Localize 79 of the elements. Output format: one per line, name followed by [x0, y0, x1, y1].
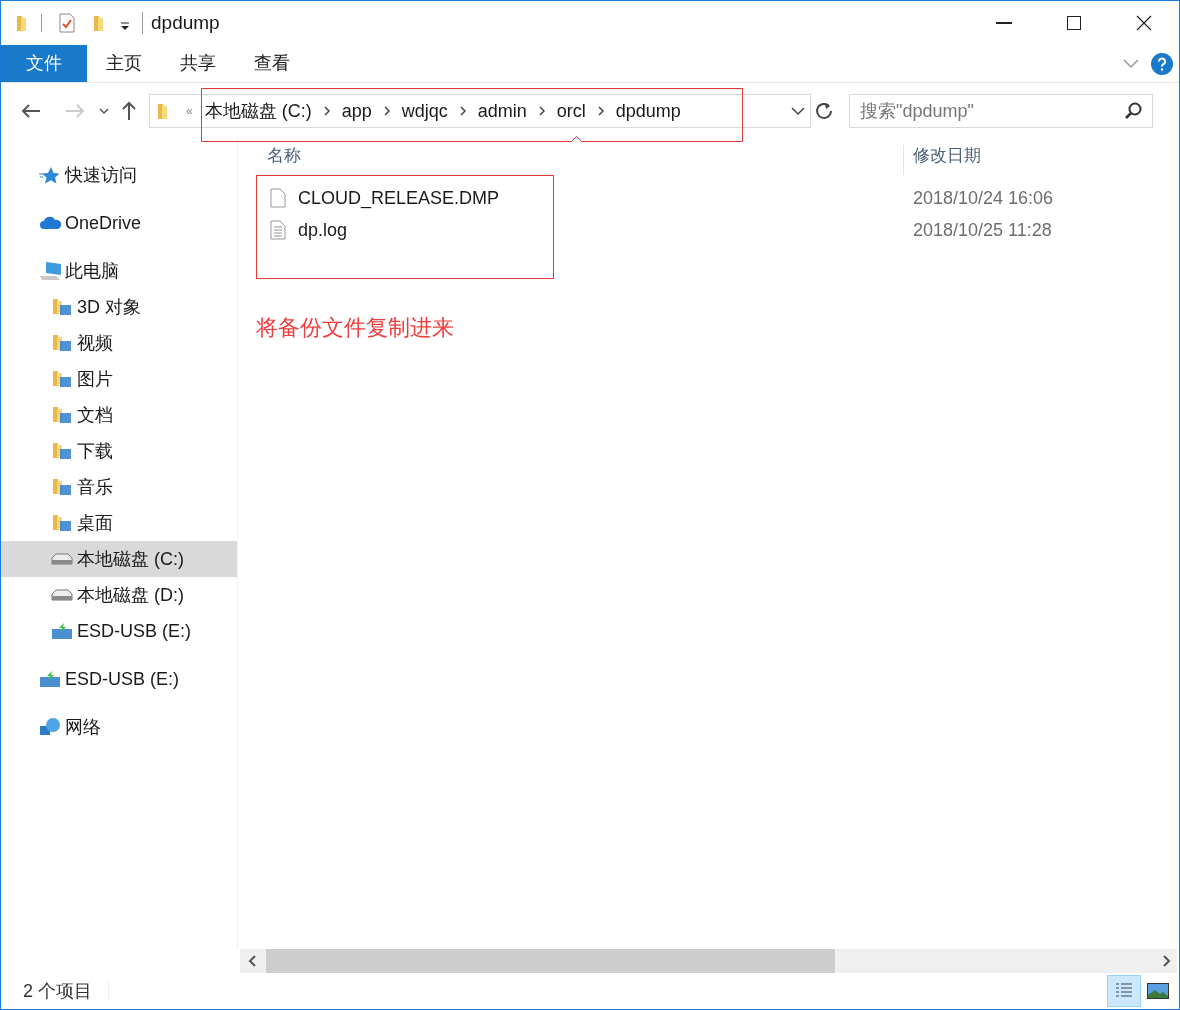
- ribbon-tab[interactable]: 查看: [235, 45, 309, 82]
- nav-item[interactable]: 桌面: [1, 505, 237, 541]
- breadcrumb-item[interactable]: admin: [477, 97, 527, 125]
- file-icon: [270, 188, 286, 208]
- breadcrumb-item[interactable]: app: [341, 97, 372, 125]
- nav-item[interactable]: 3D 对象: [1, 289, 237, 325]
- nav-item[interactable]: ESD-USB (E:): [1, 661, 237, 697]
- computer-icon: [39, 261, 63, 281]
- text-file-icon: [270, 220, 286, 240]
- minimize-icon: [996, 22, 1012, 24]
- scrollbar-thumb[interactable]: [266, 949, 835, 973]
- chevron-right-icon[interactable]: [458, 106, 467, 116]
- breadcrumb-item[interactable]: dpdump: [615, 97, 681, 125]
- nav-item[interactable]: 本地磁盘 (C:): [1, 541, 237, 577]
- nav-item[interactable]: 下载: [1, 433, 237, 469]
- nav-item[interactable]: 本地磁盘 (D:): [1, 577, 237, 613]
- file-name[interactable]: dp.log: [298, 216, 913, 244]
- column-header[interactable]: 修改日期: [913, 143, 981, 169]
- breadcrumb-item[interactable]: 本地磁盘 (C:): [204, 97, 312, 125]
- address-dropdown-icon[interactable]: [791, 106, 805, 116]
- usb-drive-icon: [51, 622, 73, 640]
- close-icon: [1136, 15, 1152, 31]
- folder-icon: [51, 333, 73, 353]
- ribbon-tab[interactable]: 共享: [161, 45, 235, 82]
- nav-item[interactable]: ESD-USB (E:): [1, 613, 237, 649]
- column-header[interactable]: 名称: [267, 143, 903, 169]
- details-view-icon: [1115, 982, 1133, 1000]
- folder-icon: [51, 477, 73, 497]
- chevron-right-icon[interactable]: [596, 106, 605, 116]
- breadcrumb-item[interactable]: wdjqc: [401, 97, 448, 125]
- help-icon[interactable]: [1151, 52, 1173, 75]
- folder-icon: [51, 297, 73, 317]
- dropdown-icon[interactable]: [120, 21, 130, 31]
- file-name[interactable]: CLOUD_RELEASE.DMP: [298, 184, 913, 212]
- chevron-right-icon[interactable]: [537, 106, 546, 116]
- overflow-chevron[interactable]: «: [186, 102, 193, 120]
- usb-drive-icon: [39, 670, 61, 688]
- folder-icon: [51, 513, 73, 533]
- drive-icon: [51, 589, 73, 601]
- nav-item[interactable]: 网络: [1, 709, 237, 745]
- item-count: 2 个项目: [23, 979, 92, 1003]
- up-icon[interactable]: [121, 101, 137, 121]
- search-icon[interactable]: [1125, 102, 1143, 120]
- refresh-icon[interactable]: [815, 102, 833, 120]
- breadcrumb-item[interactable]: orcl: [556, 97, 586, 125]
- folder-icon: [156, 102, 170, 120]
- nav-item[interactable]: 音乐: [1, 469, 237, 505]
- search-field[interactable]: 搜索"dpdump": [849, 94, 1153, 128]
- nav-item[interactable]: 快速访问: [1, 157, 237, 193]
- back-icon[interactable]: [21, 103, 41, 119]
- address-bar[interactable]: « 本地磁盘 (C:) app wdjqc admin orcl dpdump: [149, 94, 811, 128]
- recent-locations-icon[interactable]: [99, 107, 109, 115]
- chevron-right-icon[interactable]: [382, 106, 391, 116]
- ribbon-tab[interactable]: 文件: [1, 45, 87, 82]
- folder-icon: [51, 405, 73, 425]
- landscape-picture-icon: [1147, 983, 1169, 999]
- ribbon-tab[interactable]: 主页: [87, 45, 161, 82]
- folder-icon: [51, 441, 73, 461]
- cloud-icon: [39, 216, 63, 230]
- chevron-right-icon[interactable]: [322, 106, 331, 116]
- expand-ribbon-icon[interactable]: [1123, 58, 1139, 69]
- nav-item[interactable]: 视频: [1, 325, 237, 361]
- nav-item[interactable]: 此电脑: [1, 253, 237, 289]
- drive-icon: [51, 553, 73, 565]
- modified-date: 2018/10/24 16:06: [913, 186, 1054, 210]
- nav-item[interactable]: 文档: [1, 397, 237, 433]
- modified-date: 2018/10/25 11:28: [913, 218, 1052, 242]
- maximize-icon: [1066, 15, 1082, 31]
- star-icon: [39, 166, 59, 184]
- window-title: dpdump: [151, 10, 220, 35]
- annotation-text: 将备份文件复制进来: [256, 314, 454, 342]
- nav-item[interactable]: 图片: [1, 361, 237, 397]
- nav-item[interactable]: OneDrive: [1, 205, 237, 241]
- folder-icon: [51, 369, 73, 389]
- scroll-left-icon[interactable]: [248, 955, 258, 967]
- network-icon: [39, 717, 61, 737]
- scroll-right-icon[interactable]: [1161, 955, 1171, 967]
- horizontal-scrollbar[interactable]: [240, 949, 1177, 973]
- properties-icon[interactable]: [58, 13, 76, 33]
